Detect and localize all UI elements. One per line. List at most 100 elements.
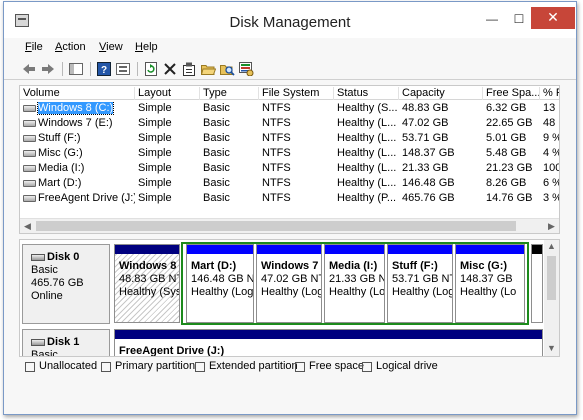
cell-volume: Windows 7 (E:)	[20, 117, 135, 130]
primary-partition-bar	[115, 330, 542, 339]
cell-status: Healthy (L...	[337, 177, 397, 189]
volume-list-horizontal-scrollbar[interactable]: ◀ ▶	[20, 218, 559, 233]
cell-percent-free: 48	[543, 117, 556, 129]
console-tree-icon[interactable]	[68, 61, 84, 77]
menu-bar: File Action View Help	[4, 39, 576, 56]
partition-name: Mart (D:)	[191, 260, 237, 272]
cell-free-space: 5.01 GB	[486, 132, 527, 144]
volume-name: FreeAgent Drive (J:)	[38, 192, 135, 204]
scroll-right-arrow-icon[interactable]: ▶	[544, 219, 559, 233]
cell-file-system: NTFS	[262, 177, 291, 189]
partition-media[interactable]: Media (I:)21.33 GB NTHealthy (Lo	[324, 244, 385, 323]
close-button[interactable]: ✕	[531, 7, 575, 29]
scroll-down-arrow-icon[interactable]: ▼	[544, 342, 559, 356]
cell-free-space: 6.32 GB	[486, 102, 527, 114]
legend: Unallocated Primary partition Extended p…	[19, 359, 560, 375]
partition-windows-7[interactable]: Windows 7 47.02 GB NT Healthy (Log	[256, 244, 322, 323]
properties-list-icon[interactable]	[115, 61, 131, 77]
cell-status: Healthy (P...	[337, 192, 397, 204]
partition-size: 53.71 GB NT	[392, 273, 452, 285]
disk-view-vertical-scrollbar[interactable]: ▲ ▼	[544, 240, 559, 356]
partition-windows-8[interactable]: Windows 8 48.83 GB NT Healthy (Sys	[114, 244, 180, 323]
table-row[interactable]: Windows 7 (E:) Simple Basic NTFS Healthy (L.…	[20, 116, 559, 131]
unallocated-space[interactable]	[531, 244, 543, 323]
disk-management-window: Disk Management — ☐ ✕ File Action View H…	[3, 1, 577, 415]
column-header-capacity[interactable]: Capacity	[399, 87, 483, 100]
column-header-percent-free[interactable]: % F	[540, 87, 559, 100]
cell-percent-free: 4 %	[543, 147, 559, 159]
cell-file-system: NTFS	[262, 102, 291, 114]
vertical-scroll-thumb[interactable]	[547, 256, 556, 300]
table-row[interactable]: Misc (G:) Simple Basic NTFS Healthy (L... 148…	[20, 146, 559, 161]
toolbar-separator	[90, 62, 91, 76]
maximize-button[interactable]: ☐	[506, 12, 532, 28]
menu-action[interactable]: Action	[55, 41, 86, 53]
partition-misc[interactable]: Misc (G:) 148.37 GB Healthy (Lo	[455, 244, 525, 323]
menu-help[interactable]: Help	[135, 41, 158, 53]
menu-view[interactable]: View	[99, 41, 123, 53]
primary-partition-bar	[115, 245, 179, 254]
column-header-volume[interactable]: Volume	[20, 87, 135, 100]
minimize-button[interactable]: —	[479, 12, 505, 28]
svg-text:?: ?	[101, 65, 107, 76]
open-folder-icon[interactable]	[200, 61, 216, 77]
table-row[interactable]: Windows 8 (C:) Simple Basic NTFS Healthy (S.…	[20, 101, 559, 116]
column-header-type[interactable]: Type	[200, 87, 259, 100]
back-arrow-icon[interactable]	[21, 61, 37, 77]
disk-0-info[interactable]: Disk 0 Basic 465.76 GB Online	[22, 244, 110, 324]
column-header-status[interactable]: Status	[334, 87, 399, 100]
volume-list: Volume Layout Type File System Status Ca…	[19, 85, 560, 234]
forward-arrow-icon[interactable]	[40, 61, 56, 77]
drive-icon	[23, 164, 36, 172]
horizontal-scroll-thumb[interactable]	[36, 221, 516, 231]
partition-stuff[interactable]: Stuff (F:) 53.71 GB NT Healthy (Log	[387, 244, 453, 323]
partition-name: Stuff (F:)	[392, 260, 438, 272]
cell-type: Basic	[203, 102, 230, 114]
cell-file-system: NTFS	[262, 132, 291, 144]
table-row[interactable]: Stuff (F:) Simple Basic NTFS Healthy (L... 53…	[20, 131, 559, 146]
scroll-left-arrow-icon[interactable]: ◀	[20, 219, 35, 233]
partition-status: Healthy (Log	[392, 286, 452, 298]
cell-capacity: 48.83 GB	[402, 102, 449, 114]
cell-free-space: 5.48 GB	[486, 147, 527, 159]
disk-1-info[interactable]: Disk 1 Basic	[22, 329, 110, 357]
column-header-file-system[interactable]: File System	[259, 87, 334, 100]
volume-list-header: Volume Layout Type File System Status Ca…	[20, 86, 559, 100]
partition-freeagent-drive[interactable]: FreeAgent Drive (J:)	[114, 329, 543, 356]
table-row[interactable]: FreeAgent Drive (J:) Simple Basic NTFS Healt…	[20, 191, 559, 206]
table-row[interactable]: Media (I:) Simple Basic NTFS Healthy (L... 21…	[20, 161, 559, 176]
refresh-icon[interactable]	[143, 61, 159, 77]
cell-percent-free: 13	[543, 102, 556, 114]
column-header-layout[interactable]: Layout	[135, 87, 200, 100]
menu-file[interactable]: File	[25, 41, 43, 53]
cell-capacity: 47.02 GB	[402, 117, 449, 129]
toolbar: ?	[4, 58, 576, 80]
partition-mart[interactable]: Mart (D:)146.48 GB NTHealthy (Log	[186, 244, 254, 323]
cell-capacity: 148.37 GB	[402, 147, 455, 159]
cell-status: Healthy (L...	[337, 117, 397, 129]
disk-1-type: Basic	[31, 349, 58, 357]
logical-drive-bar	[388, 245, 452, 254]
disk-settings-icon[interactable]	[238, 61, 254, 77]
cell-layout: Simple	[138, 102, 172, 114]
explore-icon[interactable]	[219, 61, 235, 77]
properties-icon[interactable]	[181, 61, 197, 77]
help-icon[interactable]: ?	[96, 61, 112, 77]
legend-label-free-space: Free space	[309, 360, 365, 372]
drive-icon	[23, 179, 36, 187]
cell-percent-free: 100	[543, 162, 560, 174]
partition-status: Healthy (Log	[191, 286, 253, 298]
column-header-free-space[interactable]: Free Spa...	[483, 87, 540, 100]
cell-type: Basic	[203, 177, 230, 189]
partition-name: Misc (G:)	[460, 260, 508, 272]
legend-label-primary-partition: Primary partition	[115, 360, 196, 372]
drive-icon	[23, 149, 36, 157]
delete-icon[interactable]	[162, 61, 178, 77]
cell-layout: Simple	[138, 177, 172, 189]
partition-size: 148.37 GB	[460, 273, 513, 285]
partition-status: Healthy (Log	[261, 286, 321, 298]
cell-layout: Simple	[138, 192, 172, 204]
table-row[interactable]: Mart (D:) Simple Basic NTFS Healthy (L... 146…	[20, 176, 559, 191]
title-bar[interactable]: Disk Management — ☐ ✕	[4, 2, 576, 43]
scroll-up-arrow-icon[interactable]: ▲	[544, 240, 559, 254]
